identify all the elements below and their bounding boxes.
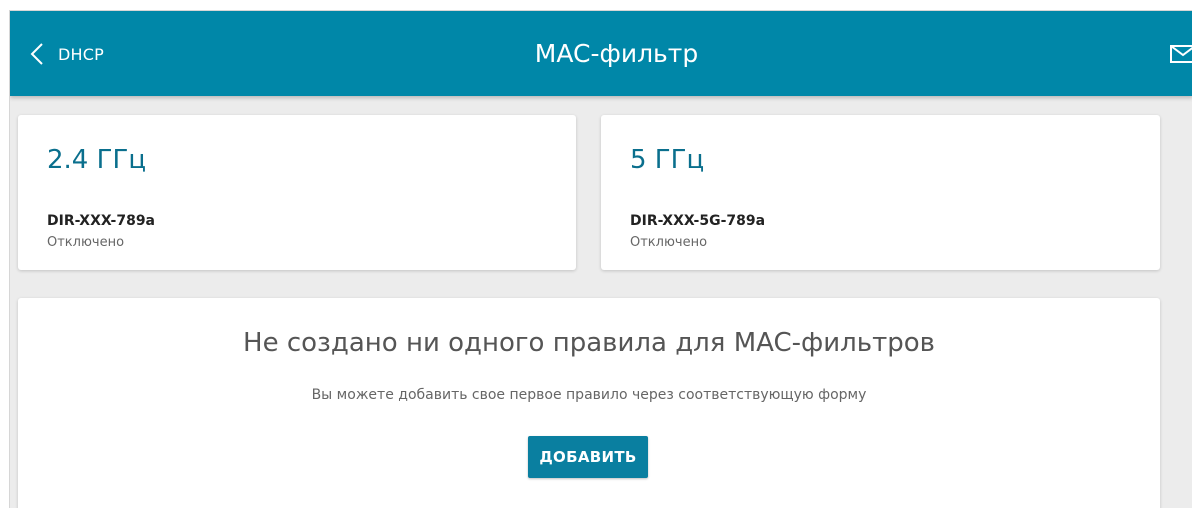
- page-header: DHCP MAC-фильтр: [10, 11, 1192, 96]
- empty-state-title: Не создано ни одного правила для MAC-фил…: [243, 328, 935, 358]
- ssid-name: DIR-XXX-5G-789a: [630, 213, 766, 229]
- filter-status: Отключено: [630, 235, 708, 250]
- ssid-name: DIR-XXX-789a: [47, 213, 156, 229]
- add-rule-button[interactable]: ДОБАВИТЬ: [528, 436, 648, 478]
- filter-status: Отключено: [47, 235, 125, 250]
- app-frame: DHCP MAC-фильтр 2.4 ГГц DIR-XXX-789a Отк…: [9, 10, 1192, 508]
- empty-rules-card: Не создано ни одного правила для MAC-фил…: [18, 298, 1160, 508]
- band-card-24ghz[interactable]: 2.4 ГГц DIR-XXX-789a Отключено: [18, 115, 576, 270]
- band-title[interactable]: 5 ГГц: [630, 145, 704, 175]
- band-card-5ghz[interactable]: 5 ГГц DIR-XXX-5G-789a Отключено: [601, 115, 1160, 270]
- mail-icon[interactable]: [1170, 45, 1192, 67]
- page-title: MAC-фильтр: [534, 39, 699, 68]
- empty-state-subtitle: Вы можете добавить свое первое правило ч…: [311, 387, 867, 403]
- band-title[interactable]: 2.4 ГГц: [47, 145, 146, 175]
